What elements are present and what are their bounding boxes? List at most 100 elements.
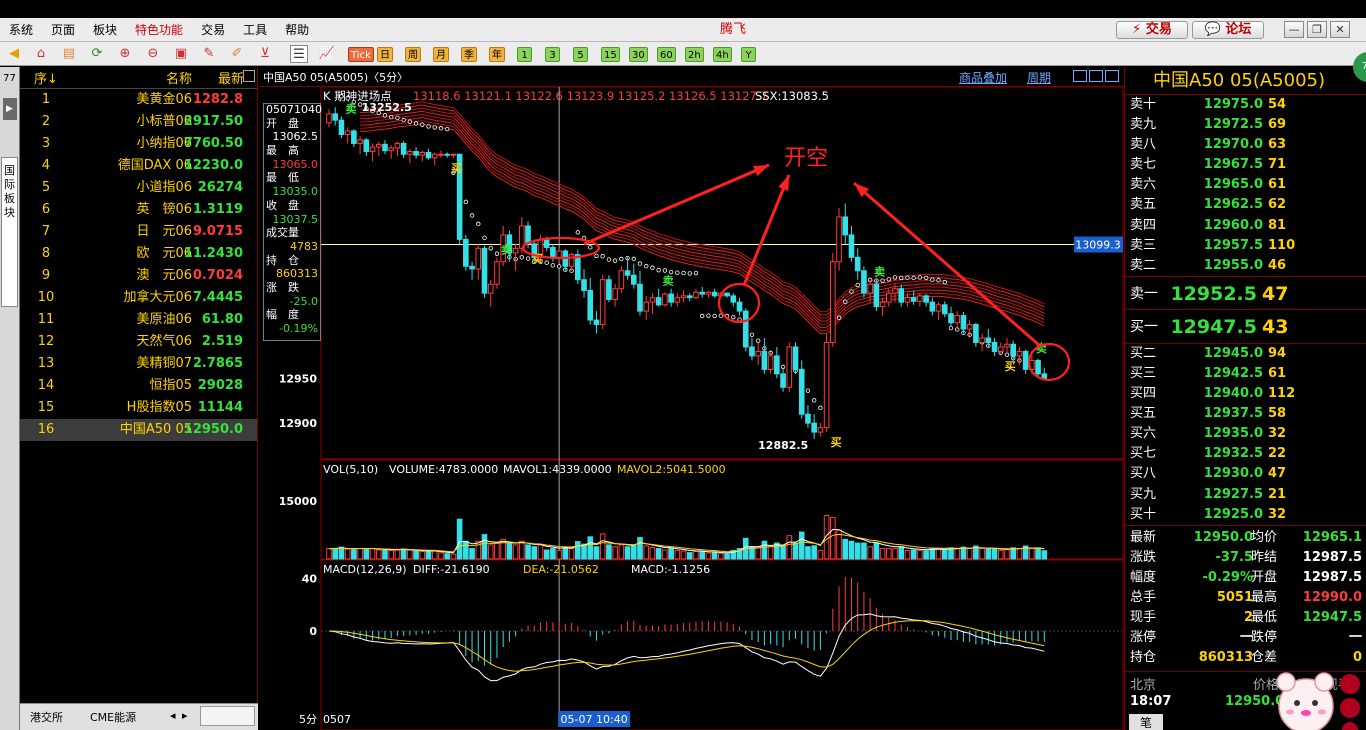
candle-body[interactable] [543,238,550,248]
quote-row[interactable]: 1 美黄金06 1282.8 [20,89,257,111]
candle-body[interactable] [966,324,973,330]
layout-1-icon[interactable] [1073,70,1087,82]
candle-body[interactable] [798,368,805,415]
close-window-button[interactable]: ✕ [1330,21,1350,38]
period-chip-10[interactable]: 30 [629,47,648,62]
candle-body[interactable] [755,350,761,357]
candle-body[interactable] [749,346,755,357]
candle-body[interactable] [761,350,768,370]
candle-body[interactable] [344,130,351,136]
panel-toggle-icon[interactable] [243,70,255,82]
zoom-in-icon[interactable]: ⊕ [116,45,134,63]
candle-body[interactable] [774,355,780,375]
candle-body[interactable] [494,261,500,285]
ask-row[interactable]: 卖七 12967.5 71 [1125,155,1366,175]
kline-chart[interactable]: K 期神进场点 13118.6 13121.1 13122.6 13123.9 1… [259,87,1124,730]
home-icon[interactable]: ⌂ [32,45,50,63]
candle-body[interactable] [425,151,432,159]
candle-body[interactable] [985,337,992,343]
minimize-button[interactable]: — [1284,21,1304,38]
filter-icon[interactable]: ⊻ [256,45,274,63]
candle-body[interactable] [606,279,612,300]
candle-body[interactable] [419,151,426,156]
candle-body[interactable] [954,315,961,324]
tick-tab[interactable]: 笔 [1129,714,1163,730]
candle-body[interactable] [904,297,911,303]
candle-body[interactable] [444,153,450,156]
candle-body[interactable] [886,292,892,303]
quote-row[interactable]: 16 中国A50 05 12950.0 [20,419,257,441]
ask-row[interactable]: 卖十 12975.0 54 [1125,95,1366,115]
period-chip-8[interactable]: 5 [573,47,588,62]
quote-row[interactable]: 8 欧 元06 11.2430 [20,243,257,265]
menu-item-5[interactable]: 工具 [234,18,276,42]
tab-cme-energy[interactable]: CME能源 [90,709,136,725]
candle-body[interactable] [450,153,457,156]
candle-body[interactable] [575,254,581,281]
candle-body[interactable] [618,270,625,290]
period-chip-12[interactable]: 2h [685,47,704,62]
ask-row[interactable]: 卖二 12955.0 46 [1125,256,1366,276]
candle-body[interactable] [382,143,388,152]
candle-body[interactable] [705,291,712,295]
menu-item-2[interactable]: 板块 [84,18,126,42]
candle-body[interactable] [960,315,967,330]
candle-body[interactable] [469,265,475,270]
bid-row[interactable]: 买二 12945.0 94 [1125,344,1366,364]
menu-item-1[interactable]: 页面 [42,18,84,42]
candle-body[interactable] [332,113,339,121]
candle-body[interactable] [338,119,345,136]
quote-row[interactable]: 12 天然气06 2.519 [20,331,257,353]
candle-body[interactable] [991,341,998,352]
menu-item-3[interactable]: 特色功能 [126,18,192,42]
candle-body[interactable] [1022,350,1029,370]
candle-body[interactable] [861,270,867,294]
candle-body[interactable] [979,337,985,343]
bid-row[interactable]: 买五 12937.5 58 [1125,404,1366,424]
candle-body[interactable] [780,373,786,388]
period-chip-3[interactable]: 月 [433,47,449,62]
menu-item-6[interactable]: 帮助 [276,18,318,42]
menu-item-0[interactable]: 系统 [0,18,42,42]
forum-button[interactable]: 💬 论坛 [1192,21,1264,39]
period-chip-1[interactable]: 日 [377,47,393,62]
ask-row[interactable]: 卖四 12960.0 81 [1125,216,1366,236]
bid-row[interactable]: 买九 12927.5 21 [1125,485,1366,505]
candle-body[interactable] [674,297,681,303]
candle-body[interactable] [655,297,662,306]
layout-3-icon[interactable] [1105,70,1119,82]
trade-button[interactable]: ⚡ 交易 [1116,21,1188,39]
candle-body[interactable] [1016,350,1023,357]
candle-body[interactable] [830,261,836,343]
best-bid-price[interactable]: 12947.5 [1165,310,1257,344]
candle-body[interactable] [593,319,600,326]
back-arrow-icon[interactable]: ◀ [5,45,23,63]
quote-row[interactable]: 6 英 镑06 1.3119 [20,199,257,221]
candle-body[interactable] [997,346,1004,352]
candle-body[interactable] [1010,343,1017,357]
candle-body[interactable] [637,283,643,312]
candle-body[interactable] [624,270,631,276]
candle-body[interactable] [792,346,799,370]
candle-body[interactable] [599,279,606,326]
quote-row[interactable]: 9 澳 元06 0.7024 [20,265,257,287]
draw-pen-icon[interactable]: ✎ [200,45,218,63]
candle-body[interactable] [873,283,880,308]
candle-body[interactable] [668,293,674,303]
candle-body[interactable] [867,283,873,294]
seq-column-header[interactable]: 序↓ [20,68,72,87]
quote-row[interactable]: 5 小道指06 26274 [20,177,257,199]
candle-body[interactable] [649,297,656,303]
candle-body[interactable] [823,341,830,429]
candle-body[interactable] [923,295,929,303]
bid-row[interactable]: 买三 12942.5 61 [1125,364,1366,384]
period-chip-11[interactable]: 60 [657,47,676,62]
ask-row[interactable]: 卖八 12970.0 63 [1125,135,1366,155]
period-chip-13[interactable]: 4h [713,47,732,62]
candle-body[interactable] [892,288,898,294]
period-chip-14[interactable]: Y [741,47,756,62]
quote-row[interactable]: 2 小标普06 2917.50 [20,111,257,133]
candle-body[interactable] [568,254,575,267]
f10-icon[interactable]: ▤ [60,45,78,63]
candle-body[interactable] [935,304,942,312]
